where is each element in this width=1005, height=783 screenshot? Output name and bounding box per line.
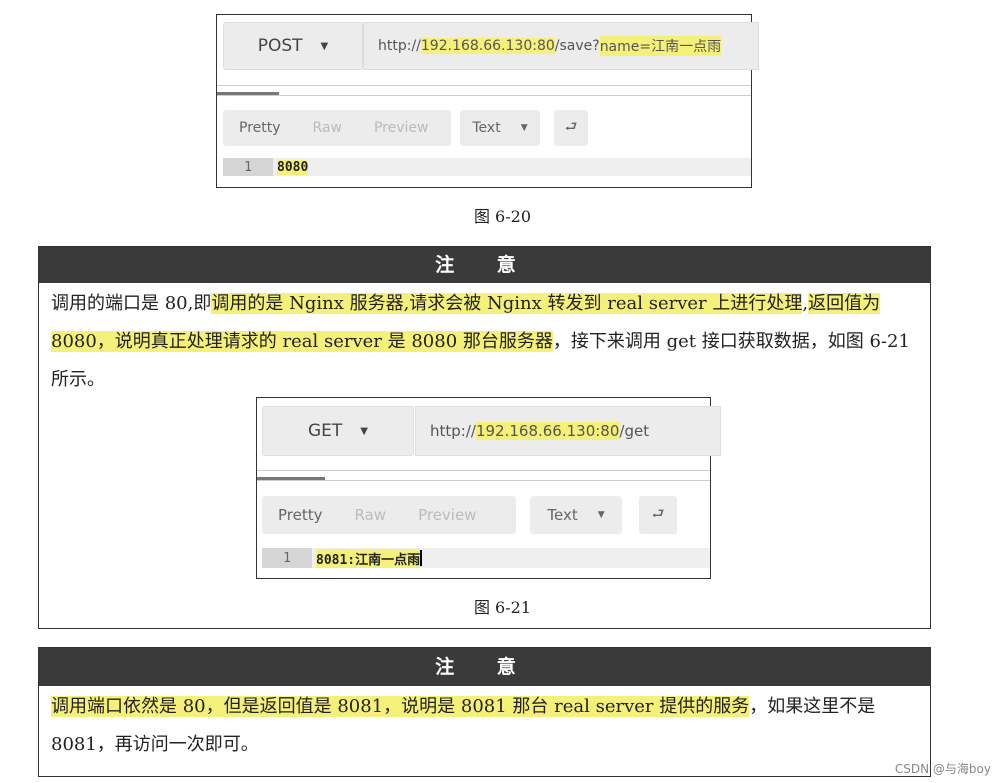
format-select[interactable]: Text ▼	[460, 110, 540, 146]
text-segment: 调用的端口是 80,即	[51, 293, 212, 314]
line-number: 1	[262, 548, 312, 568]
figure-caption: 图 6-21	[473, 598, 532, 617]
wrap-icon: ⮐	[651, 506, 665, 522]
tab-raw[interactable]: Raw	[297, 120, 358, 136]
format-select[interactable]: Text ▼	[530, 496, 622, 534]
divider	[217, 85, 751, 86]
chevron-down-icon: ▼	[520, 123, 528, 133]
highlighted-text: 192.168.66.130:80	[475, 422, 620, 440]
highlighted-text: 调用端口依然是 80，但是返回值是 8081，说明是 8081 那台 real …	[51, 696, 750, 717]
method-select[interactable]: GET ▼	[262, 406, 414, 456]
response-line: 1 8080	[223, 158, 751, 176]
divider	[257, 480, 710, 481]
note-title: 注 意	[39, 247, 930, 283]
response-body: 8080	[277, 159, 309, 175]
response-line: 1 8081:江南一点雨	[262, 548, 710, 568]
tab-pretty[interactable]: Pretty	[262, 506, 339, 524]
divider	[217, 95, 751, 96]
figure-caption: 图 6-20	[473, 207, 532, 226]
view-tabs: Pretty Raw Preview	[223, 110, 451, 146]
text-segment: http://	[378, 38, 421, 54]
tab-raw[interactable]: Raw	[339, 506, 403, 524]
wrap-toggle-button[interactable]: ⮐	[554, 110, 588, 146]
note-text: 调用的端口是 80,即调用的是 Nginx 服务器,请求会被 Nginx 转发到…	[39, 283, 930, 399]
figure-6-20-screenshot: POST ▼ http://192.168.66.130:80/save? name…	[216, 14, 759, 188]
chevron-down-icon: ▼	[597, 510, 605, 520]
highlighted-text: name=江南一点雨	[599, 36, 722, 56]
url-input[interactable]: http://192.168.66.130:80/get	[415, 406, 721, 456]
chevron-down-icon: ▼	[360, 425, 368, 437]
divider	[257, 470, 710, 471]
chevron-down-icon: ▼	[320, 40, 329, 52]
figure-6-21-screenshot: GET ▼ http://192.168.66.130:80/get Pretty…	[256, 397, 721, 579]
tab-pretty[interactable]: Pretty	[223, 120, 297, 136]
wrap-toggle-button[interactable]: ⮐	[639, 496, 677, 534]
line-number: 1	[223, 158, 273, 176]
text-segment: /save?	[554, 38, 600, 54]
text-segment: /get	[619, 422, 650, 440]
url-input[interactable]: http://192.168.66.130:80/save? name=江南一点雨	[363, 22, 759, 70]
highlighted-text: 调用的是 Nginx 服务器,请求会被 Nginx 转发到 real serve…	[211, 293, 803, 314]
format-label: Text	[472, 120, 501, 136]
response-body: 8081:江南一点雨	[316, 548, 421, 568]
view-tabs: Pretty Raw Preview	[262, 496, 516, 534]
note-text: 调用端口依然是 80，但是返回值是 8081，说明是 8081 那台 real …	[39, 686, 930, 764]
tab-preview[interactable]: Preview	[402, 506, 492, 524]
method-select[interactable]: POST ▼	[223, 22, 363, 70]
highlighted-text: 192.168.66.130:80	[420, 38, 555, 54]
method-label: GET	[307, 421, 343, 441]
tab-preview[interactable]: Preview	[358, 120, 445, 136]
note-title: 注 意	[39, 648, 930, 686]
text-segment: http://	[430, 422, 476, 440]
method-label: POST	[257, 36, 303, 56]
text-cursor	[420, 550, 423, 566]
wrap-icon: ⮐	[564, 119, 578, 135]
format-label: Text	[547, 506, 578, 524]
note-box-2: 注 意 调用端口依然是 80，但是返回值是 8081，说明是 8081 那台 r…	[38, 647, 931, 777]
watermark: CSDN @与海boy	[894, 762, 991, 776]
